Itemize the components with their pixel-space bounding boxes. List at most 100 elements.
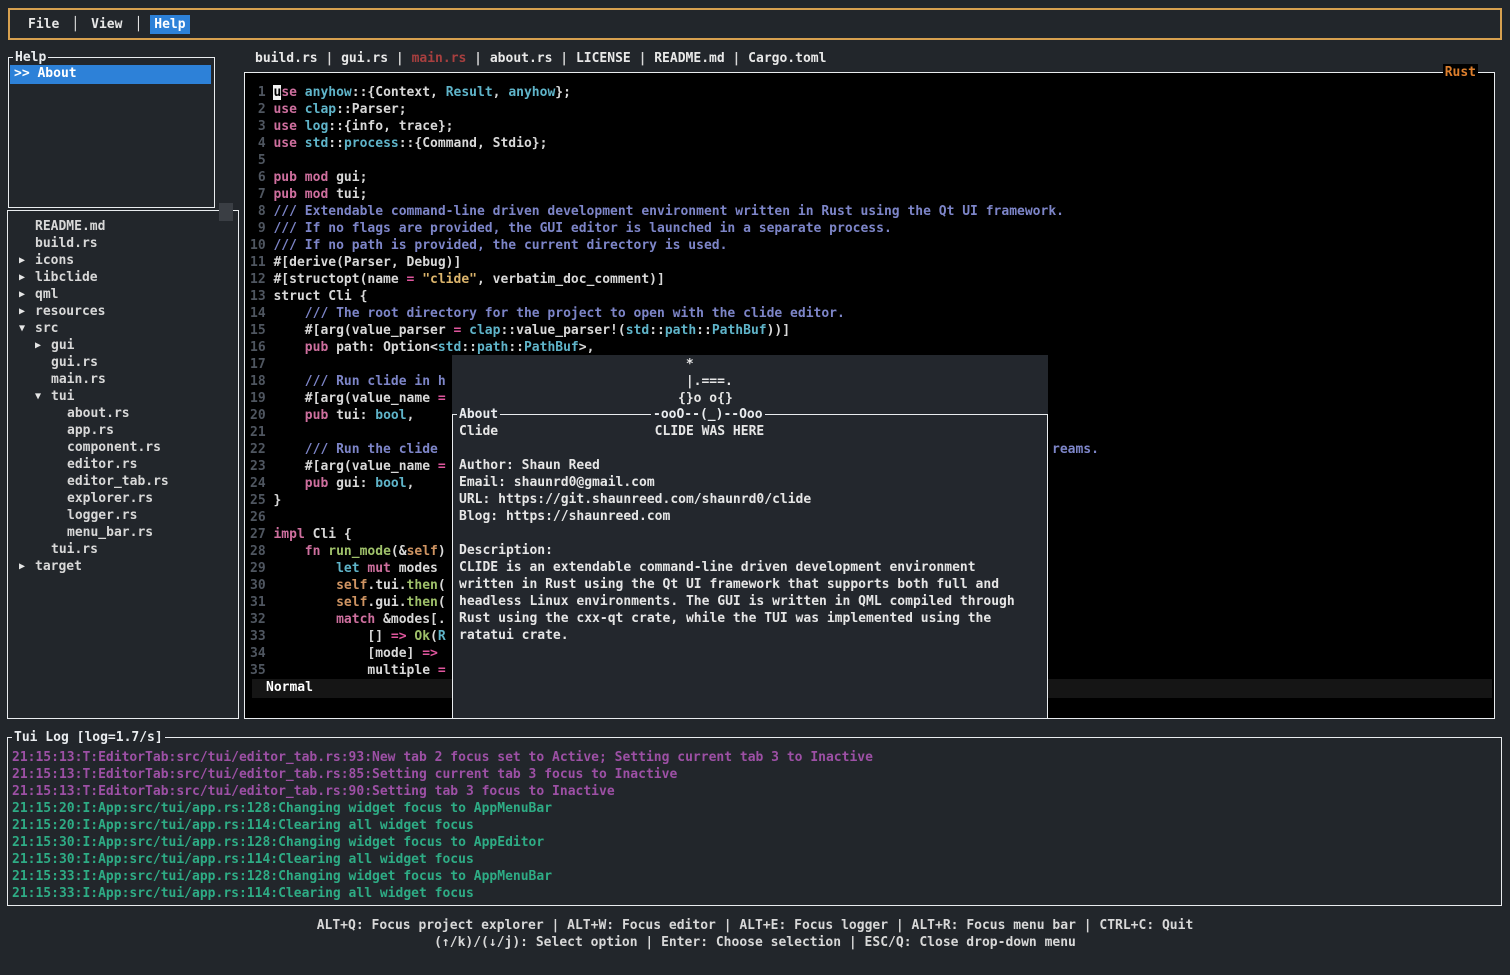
code-line-16[interactable]: 16 pub path: Option<std::path::PathBuf>, (250, 339, 1492, 356)
tree-item-menu-bar-rs[interactable]: menu_bar.rs (10, 524, 236, 541)
menu-item-file[interactable]: File (24, 15, 63, 34)
tree-item-about-rs[interactable]: about.rs (10, 405, 236, 422)
menu-item-view[interactable]: View (87, 15, 126, 34)
tui-log-panel[interactable]: Tui Log [log=1.7/s] 21:15:13:T:EditorTab… (7, 737, 1502, 906)
code-line-1[interactable]: 1 use anyhow::{Context, Result, anyhow}; (250, 84, 1492, 101)
log-entry-info: 21:15:20:I:App:src/tui/app.rs:128:Changi… (12, 800, 1499, 817)
line-number: 8 (250, 204, 273, 219)
code-line-9[interactable]: 9 /// If no flags are provided, the GUI … (250, 220, 1492, 237)
tree-item-label: menu_bar.rs (67, 524, 153, 541)
log-entry-info: 21:15:33:I:App:src/tui/app.rs:114:Cleari… (12, 885, 1499, 902)
tree-item-label: icons (35, 252, 74, 269)
tree-item-icons[interactable]: ▶icons (10, 252, 236, 269)
tree-item-target[interactable]: ▶target (10, 558, 236, 575)
line-number: 13 (250, 289, 273, 304)
tree-item-label: README.md (35, 218, 105, 235)
tab-separator: | (631, 51, 654, 66)
language-badge: Rust (1443, 64, 1478, 81)
tab-readme.md[interactable]: README.md (654, 51, 724, 66)
tree-item-label: gui (51, 337, 74, 354)
line-number: 12 (250, 272, 273, 287)
tree-item-label: editor_tab.rs (67, 473, 169, 490)
tree-item-label: logger.rs (67, 507, 137, 524)
log-entry-info: 21:15:30:I:App:src/tui/app.rs:128:Changi… (12, 834, 1499, 851)
tree-indent-spacer (51, 490, 67, 507)
project-explorer-panel[interactable]: README.mdbuild.rs▶icons▶libclide▶qml▶res… (7, 210, 239, 719)
line-number: 19 (250, 391, 273, 406)
tree-item-label: libclide (35, 269, 98, 286)
line-number: 15 (250, 323, 273, 338)
tab-build.rs[interactable]: build.rs (255, 51, 318, 66)
tree-item-editor-rs[interactable]: editor.rs (10, 456, 236, 473)
tree-indent-spacer (51, 405, 67, 422)
tree-indent-spacer (35, 541, 51, 558)
tree-item-gui-rs[interactable]: gui.rs (10, 354, 236, 371)
menu-separator: │ (134, 16, 142, 33)
tree-indent-spacer (35, 354, 51, 371)
line-number: 10 (250, 238, 273, 253)
code-line-3[interactable]: 3 use log::{info, trace}; (250, 118, 1492, 135)
tab-separator: | (552, 51, 575, 66)
tree-item-main-rs[interactable]: main.rs (10, 371, 236, 388)
chevron-collapsed-icon: ▶ (19, 286, 35, 303)
tree-item-explorer-rs[interactable]: explorer.rs (10, 490, 236, 507)
tree-item-tui-rs[interactable]: tui.rs (10, 541, 236, 558)
tree-item-gui[interactable]: ▶gui (10, 337, 236, 354)
tui-log-title: Tui Log [log=1.7/s] (12, 729, 165, 746)
tab-separator: | (466, 51, 489, 66)
code-line-2[interactable]: 2 use clap::Parser; (250, 101, 1492, 118)
code-line-5[interactable]: 5 (250, 152, 1492, 169)
tree-indent-spacer (51, 507, 67, 524)
code-line-13[interactable]: 13 struct Cli { (250, 288, 1492, 305)
tree-item-label: target (35, 558, 82, 575)
tab-main.rs[interactable]: main.rs (412, 51, 467, 66)
tree-item-component-rs[interactable]: component.rs (10, 439, 236, 456)
tree-item-logger-rs[interactable]: logger.rs (10, 507, 236, 524)
explorer-scrollbar-thumb[interactable] (219, 203, 233, 221)
tab-gui.rs[interactable]: gui.rs (341, 51, 388, 66)
tab-cargo.toml[interactable]: Cargo.toml (748, 51, 826, 66)
tree-item-src[interactable]: ▼src (10, 320, 236, 337)
menu-item-help[interactable]: Help (150, 15, 189, 34)
code-line-11[interactable]: 11 #[derive(Parser, Debug)] (250, 254, 1492, 271)
tree-indent-spacer (51, 473, 67, 490)
chevron-collapsed-icon: ▶ (35, 337, 51, 354)
log-entry-info: 21:15:20:I:App:src/tui/app.rs:114:Cleari… (12, 817, 1499, 834)
code-line-12[interactable]: 12 #[structopt(name = "clide", verbatim_… (250, 271, 1492, 288)
tree-item-resources[interactable]: ▶resources (10, 303, 236, 320)
code-line-4[interactable]: 4 use std::process::{Command, Stdio}; (250, 135, 1492, 152)
tree-item-build-rs[interactable]: build.rs (10, 235, 236, 252)
line-number: 3 (250, 119, 273, 134)
code-line-10[interactable]: 10 /// If no path is provided, the curre… (250, 237, 1492, 254)
tree-item-label: tui.rs (51, 541, 98, 558)
code-line-7[interactable]: 7 pub mod tui; (250, 186, 1492, 203)
tab-separator: | (388, 51, 411, 66)
code-line-15[interactable]: 15 #[arg(value_parser = clap::value_pars… (250, 322, 1492, 339)
tree-indent-spacer (51, 422, 67, 439)
line-number: 17 (250, 357, 273, 372)
menu-bar: File│View│Help (8, 8, 1502, 40)
line-number: 35 (250, 663, 273, 678)
tree-item-readme-md[interactable]: README.md (10, 218, 236, 235)
code-line-6[interactable]: 6 pub mod gui; (250, 169, 1492, 186)
code-line-14[interactable]: 14 /// The root directory for the projec… (250, 305, 1492, 322)
tree-item-label: build.rs (35, 235, 98, 252)
code-line-8[interactable]: 8 /// Extendable command-line driven dev… (250, 203, 1492, 220)
line-number: 16 (250, 340, 273, 355)
owl-ascii-art: * |.===. {}o o{} (678, 356, 733, 407)
tree-item-editor-tab-rs[interactable]: editor_tab.rs (10, 473, 236, 490)
chevron-expanded-icon: ▼ (35, 388, 51, 405)
line-number: 22 (250, 442, 273, 457)
chevron-collapsed-icon: ▶ (19, 252, 35, 269)
shortcut-help-line-2: (↑/k)/(↓/j): Select option | Enter: Choo… (0, 934, 1510, 951)
line-number: 29 (250, 561, 273, 576)
tab-license[interactable]: LICENSE (576, 51, 631, 66)
tree-indent-spacer (51, 524, 67, 541)
dropdown-option-about[interactable]: >> About (10, 65, 211, 84)
tree-item-qml[interactable]: ▶qml (10, 286, 236, 303)
tab-about.rs[interactable]: about.rs (490, 51, 553, 66)
tree-item-libclide[interactable]: ▶libclide (10, 269, 236, 286)
tree-item-tui[interactable]: ▼tui (10, 388, 236, 405)
tree-indent-spacer (51, 456, 67, 473)
tree-item-app-rs[interactable]: app.rs (10, 422, 236, 439)
